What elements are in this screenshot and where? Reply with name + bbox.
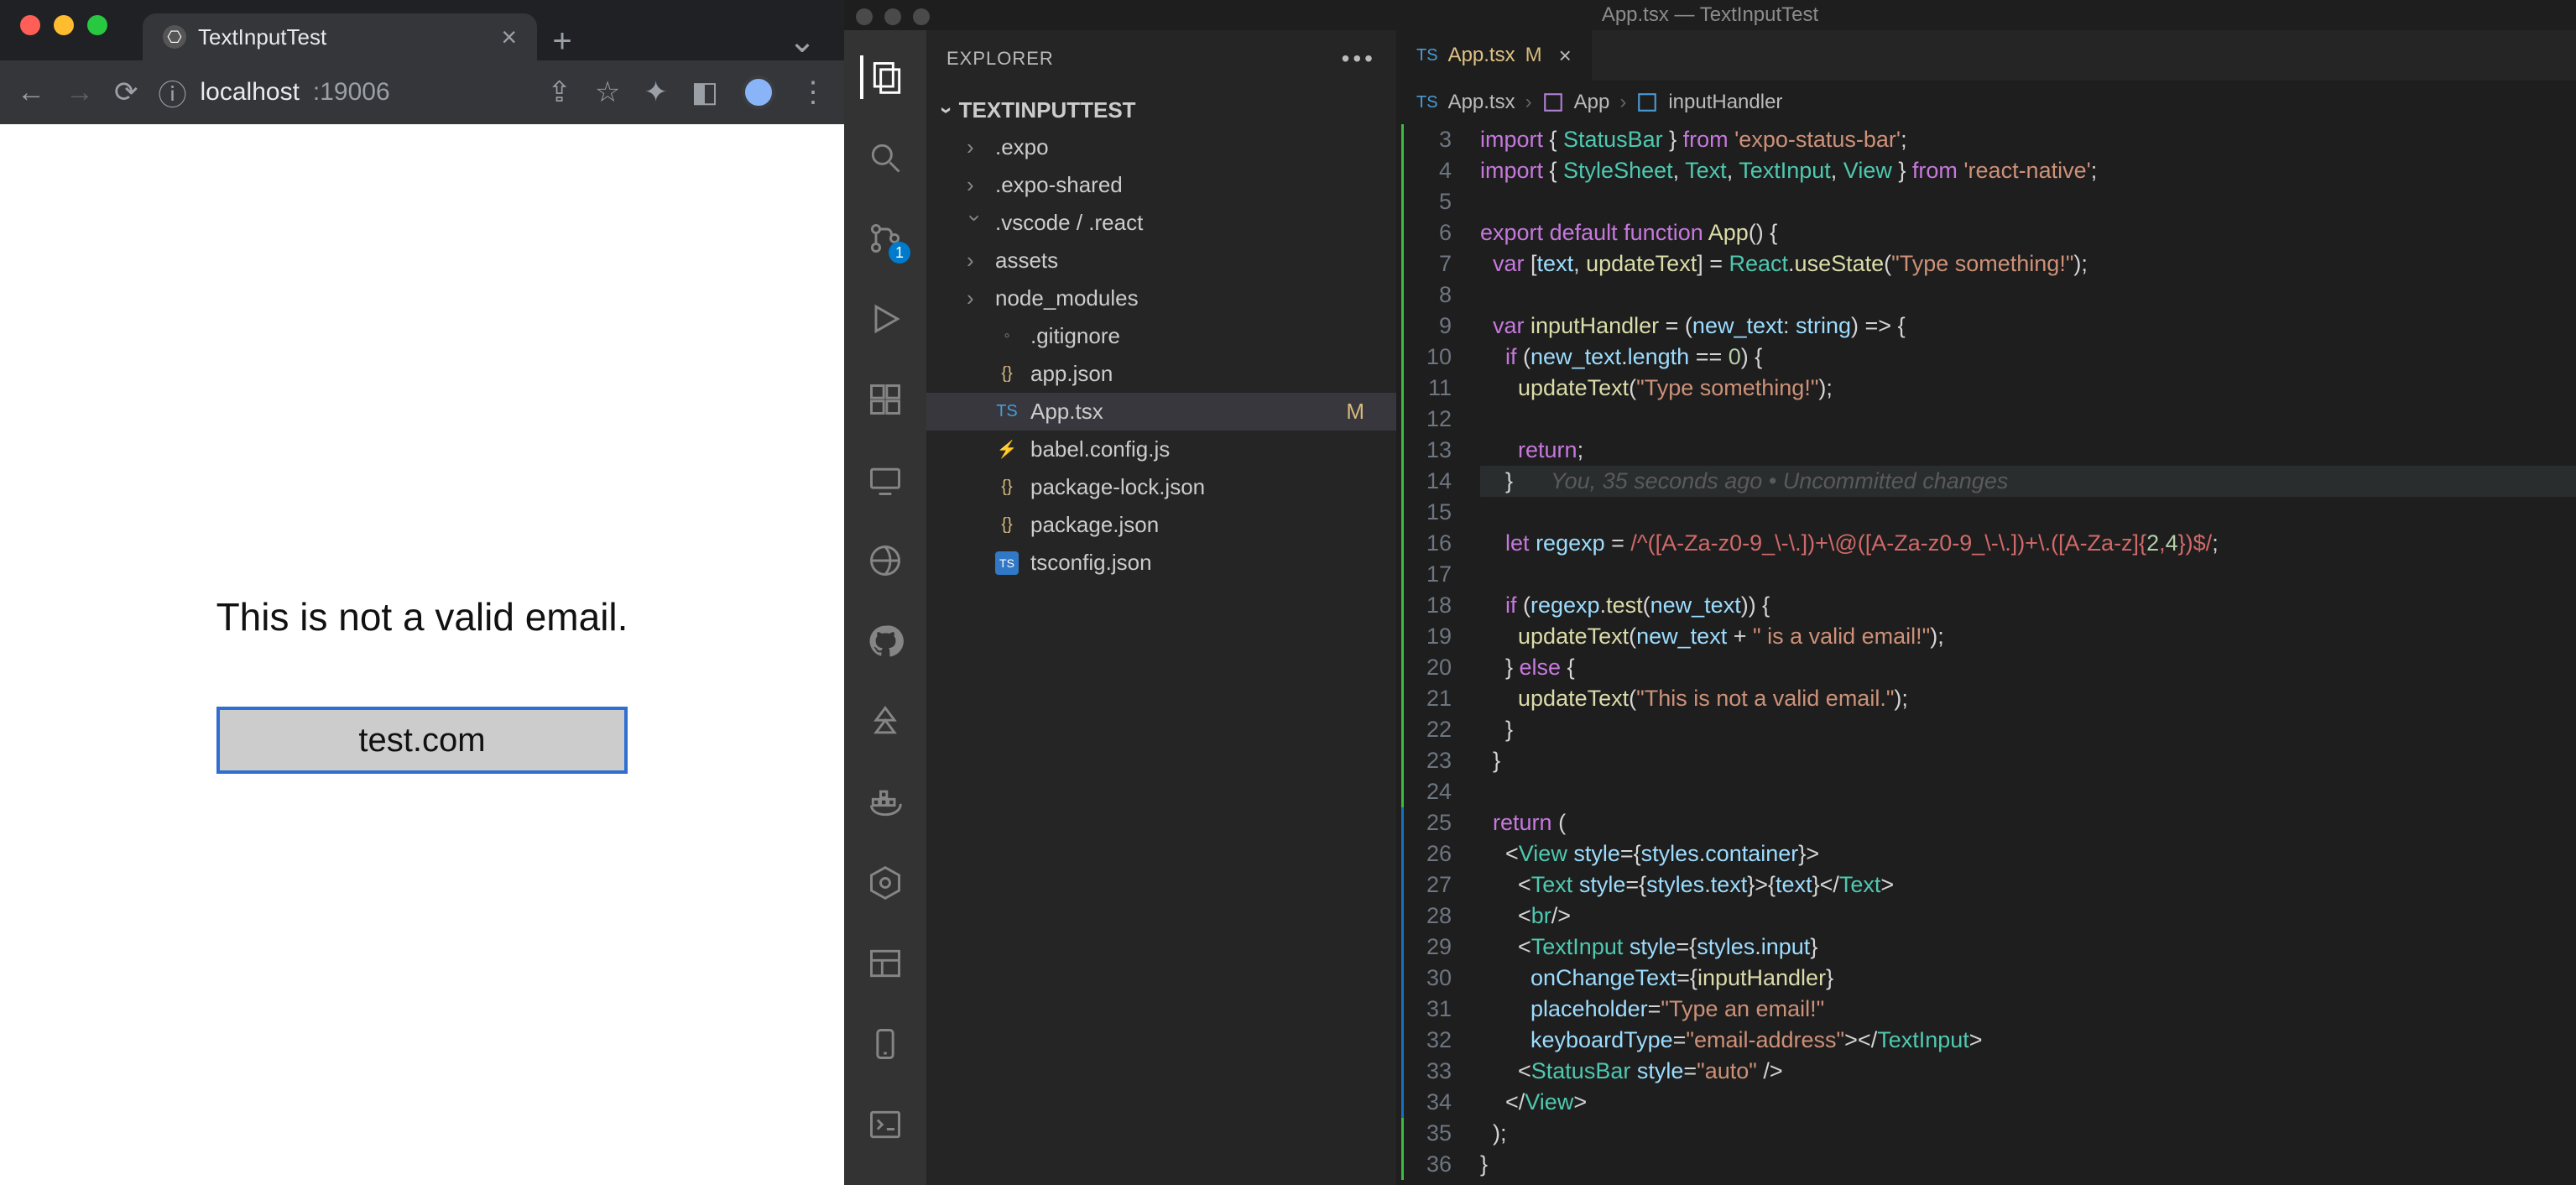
web-page-content: This is not a valid email. test.com bbox=[0, 124, 844, 1185]
activity-bar bbox=[844, 30, 926, 1185]
toolbar: ← → ⟳ ⓘ localhost :19006 ⇪ ☆ ✦ ◧ ⋮ bbox=[0, 60, 844, 124]
kubernetes-activity-icon[interactable] bbox=[863, 861, 907, 905]
breadcrumb-symbol-inputhandler[interactable]: inputHandler bbox=[1668, 91, 1782, 114]
live-share-activity-icon[interactable] bbox=[863, 539, 907, 582]
remote-activity-icon[interactable] bbox=[863, 458, 907, 502]
folder-node-modules[interactable]: ›node_modules bbox=[926, 279, 1396, 317]
project-root[interactable]: ›TEXTINPUTTEST bbox=[926, 92, 1396, 128]
file-package-lock[interactable]: {}package-lock.json bbox=[926, 468, 1396, 506]
breadcrumb-lang-icon: TS bbox=[1416, 93, 1438, 112]
vs-close-button[interactable] bbox=[856, 8, 873, 25]
layout-activity-icon[interactable] bbox=[863, 942, 907, 985]
docker-activity-icon[interactable] bbox=[863, 780, 907, 824]
folder-expo[interactable]: ›.expo bbox=[926, 128, 1396, 166]
folder-vscode-react[interactable]: ›.vscode / .react bbox=[926, 204, 1396, 242]
tab-modified-indicator: M bbox=[1525, 44, 1542, 67]
tree-activity-icon[interactable] bbox=[863, 700, 907, 744]
file-tsconfig[interactable]: TStsconfig.json bbox=[926, 544, 1396, 582]
tabs-dropdown-button[interactable]: ⌄ bbox=[777, 22, 827, 60]
extensions-button[interactable]: ✦ bbox=[644, 76, 668, 109]
sidepanel-button[interactable]: ◧ bbox=[691, 76, 718, 109]
vscode-window: App.tsx — TextInputTest EXPLORER ••• bbox=[844, 0, 2576, 1185]
editor-tabs: TS App.tsx M × bbox=[1396, 30, 2576, 81]
file-babel-config[interactable]: ⚡babel.config.js bbox=[926, 431, 1396, 468]
reload-button[interactable]: ⟳ bbox=[114, 76, 138, 109]
breadcrumb[interactable]: TS App.tsx › App › inputHandler bbox=[1396, 81, 2576, 124]
symbol-module-icon bbox=[1542, 91, 1564, 113]
vs-maximize-button[interactable] bbox=[913, 8, 930, 25]
chrome-menu-button[interactable]: ⋮ bbox=[799, 76, 827, 109]
modified-indicator: M bbox=[1346, 399, 1364, 425]
vscode-title-text: App.tsx — TextInputTest bbox=[1602, 3, 1818, 27]
chrome-window: ⎔ TextInputTest × + ⌄ ← → ⟳ ⓘ localhost:… bbox=[0, 0, 844, 1185]
line-gutter: 3456789101112131415161718192021222324252… bbox=[1396, 124, 1463, 1185]
terminal-activity-icon[interactable] bbox=[863, 1103, 907, 1146]
tab-close-button[interactable]: × bbox=[501, 22, 517, 53]
tab-close-button[interactable]: × bbox=[1559, 43, 1572, 69]
email-input[interactable]: test.com bbox=[216, 707, 628, 774]
tab-lang-icon: TS bbox=[1416, 46, 1438, 65]
project-name: TEXTINPUTTEST bbox=[959, 97, 1136, 123]
toolbar-right: ⇪ ☆ ✦ ◧ ⋮ bbox=[547, 76, 827, 109]
editor-group: TS App.tsx M × TS App.tsx › App › inputH… bbox=[1396, 30, 2576, 1185]
explorer-header: EXPLORER ••• bbox=[926, 30, 1396, 87]
explorer-more-button[interactable]: ••• bbox=[1342, 45, 1376, 72]
vs-minimize-button[interactable] bbox=[884, 8, 901, 25]
extensions-activity-icon[interactable] bbox=[863, 378, 907, 421]
nav-back-button[interactable]: ← bbox=[17, 76, 45, 109]
site-info-icon[interactable]: ⓘ bbox=[159, 72, 187, 113]
close-window-button[interactable] bbox=[20, 15, 40, 35]
explorer-title: EXPLORER bbox=[946, 48, 1054, 70]
breadcrumb-file[interactable]: App.tsx bbox=[1448, 91, 1515, 114]
search-activity-icon[interactable] bbox=[863, 136, 907, 180]
breadcrumb-symbol-app[interactable]: App bbox=[1574, 91, 1610, 114]
validation-message: This is not a valid email. bbox=[216, 594, 628, 639]
code-content[interactable]: import { StatusBar } from 'expo-status-b… bbox=[1463, 124, 2576, 1185]
tab-title: TextInputTest bbox=[198, 24, 326, 50]
new-tab-button[interactable]: + bbox=[537, 23, 587, 60]
bookmark-button[interactable]: ☆ bbox=[595, 76, 620, 109]
tab-filename: App.tsx bbox=[1448, 44, 1515, 67]
profile-avatar[interactable] bbox=[742, 76, 775, 109]
macos-traffic-lights bbox=[0, 0, 128, 42]
tab-favicon: ⎔ bbox=[163, 25, 186, 49]
url-port: :19006 bbox=[313, 78, 390, 107]
minimize-window-button[interactable] bbox=[54, 15, 74, 35]
editor-tab-app-tsx[interactable]: TS App.tsx M × bbox=[1396, 30, 1593, 81]
nav-forward-button[interactable]: → bbox=[65, 76, 94, 109]
scm-activity-icon[interactable] bbox=[863, 217, 907, 260]
code-editor[interactable]: 3456789101112131415161718192021222324252… bbox=[1396, 124, 2576, 1185]
url-host: localhost bbox=[201, 78, 300, 107]
folder-assets[interactable]: ›assets bbox=[926, 242, 1396, 279]
file-package-json[interactable]: {}package.json bbox=[926, 506, 1396, 544]
debug-activity-icon[interactable] bbox=[863, 297, 907, 341]
github-activity-icon[interactable] bbox=[863, 619, 907, 663]
device-activity-icon[interactable] bbox=[863, 1022, 907, 1066]
file-gitignore[interactable]: ◦.gitignore bbox=[926, 317, 1396, 355]
file-app-tsx[interactable]: TSApp.tsxM bbox=[926, 393, 1396, 431]
explorer-sidebar: EXPLORER ••• ›TEXTINPUTTEST ›.expo ›.exp… bbox=[926, 30, 1396, 1185]
vscode-titlebar: App.tsx — TextInputTest bbox=[844, 0, 2576, 30]
symbol-function-icon bbox=[1636, 91, 1658, 113]
vscode-traffic-lights bbox=[856, 8, 930, 25]
file-tree: ›TEXTINPUTTEST ›.expo ›.expo-shared ›.vs… bbox=[926, 87, 1396, 587]
maximize-window-button[interactable] bbox=[87, 15, 107, 35]
browser-tab[interactable]: ⎔ TextInputTest × bbox=[143, 13, 537, 60]
share-button[interactable]: ⇪ bbox=[547, 76, 571, 109]
email-input-value: test.com bbox=[358, 722, 485, 760]
folder-expo-shared[interactable]: ›.expo-shared bbox=[926, 166, 1396, 204]
address-bar[interactable]: ⓘ localhost :19006 bbox=[159, 72, 494, 113]
chrome-chrome: ⎔ TextInputTest × + ⌄ ← → ⟳ ⓘ localhost:… bbox=[0, 0, 844, 124]
explorer-activity-icon[interactable] bbox=[860, 55, 907, 99]
file-app-json[interactable]: {}app.json bbox=[926, 355, 1396, 393]
